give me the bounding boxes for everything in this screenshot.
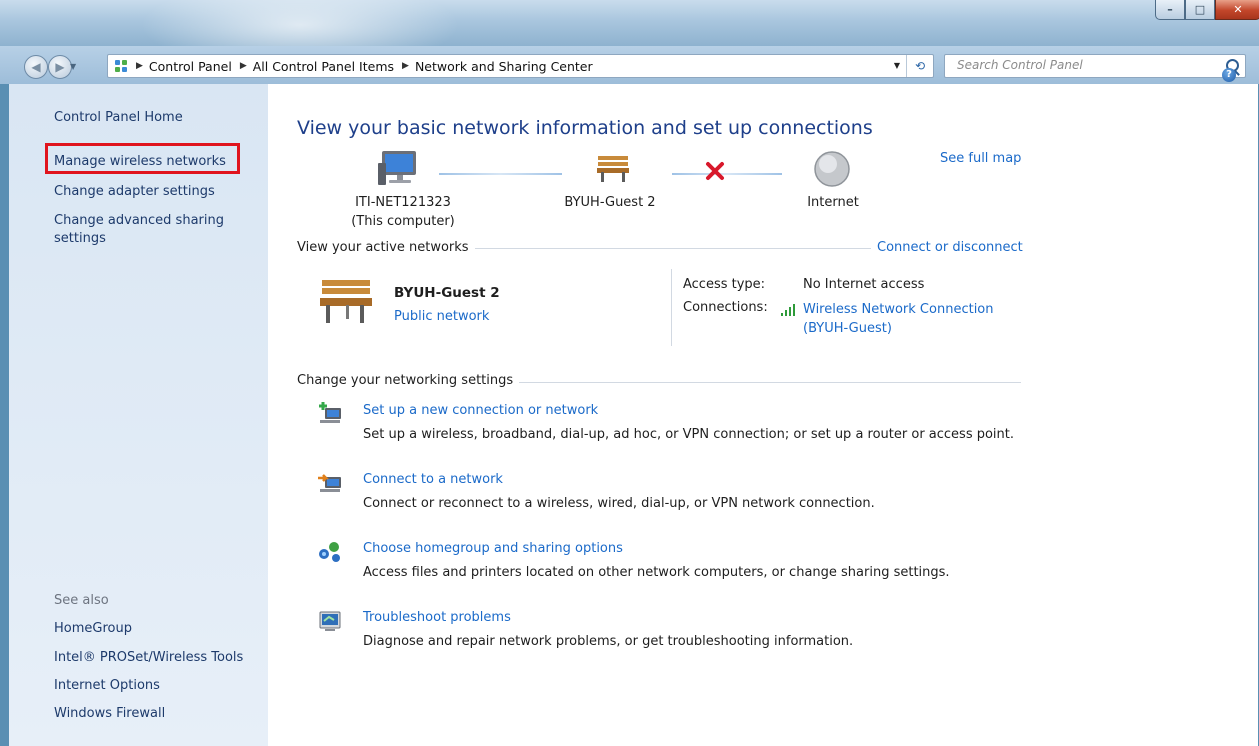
troubleshoot-problems-desc: Diagnose and repair network problems, or… <box>363 634 854 649</box>
breadcrumb-separator-icon[interactable]: ▶ <box>240 61 247 71</box>
connections-label: Connections: <box>683 300 768 315</box>
title-bar: – □ ✕ <box>0 0 1259 70</box>
computer-name-label: ITI-NET121323 <box>355 195 451 210</box>
minimize-button[interactable]: – <box>1155 0 1185 20</box>
homegroup-icon[interactable] <box>317 538 343 564</box>
setup-new-connection-link[interactable]: Set up a new connection or network <box>363 403 598 418</box>
connect-to-network-link[interactable]: Connect to a network <box>363 472 503 487</box>
connection-name-line2[interactable]: (BYUH-Guest) <box>803 319 994 338</box>
control-panel-home-link[interactable]: Control Panel Home <box>54 110 183 125</box>
intel-proset-wireless-tools-link[interactable]: Intel® PROSet/Wireless Tools <box>54 650 243 665</box>
internet-label: Internet <box>807 195 859 210</box>
see-full-map-link[interactable]: See full map <box>940 151 1021 166</box>
bench-network-icon[interactable] <box>595 152 631 188</box>
computer-icon[interactable] <box>378 149 422 191</box>
public-network-link[interactable]: Public network <box>394 309 489 324</box>
windows-firewall-link[interactable]: Windows Firewall <box>54 706 165 721</box>
window-controls: – □ ✕ <box>1155 0 1259 21</box>
homegroup-link[interactable]: HomeGroup <box>54 621 132 636</box>
address-dropdown-icon[interactable]: ▼ <box>894 61 900 70</box>
access-type-value: No Internet access <box>803 277 925 292</box>
control-panel-icon <box>114 59 128 73</box>
navigation-bar: ◀ ▶ ▼ ▶ Control Panel ▶ All Control Pane… <box>0 46 1259 84</box>
breadcrumb-separator-icon[interactable]: ▶ <box>136 61 143 71</box>
maximize-button[interactable]: □ <box>1185 0 1215 20</box>
breadcrumb-separator-icon[interactable]: ▶ <box>402 61 409 71</box>
change-networking-settings-label: Change your networking settings <box>297 373 520 388</box>
breadcrumb-network-sharing-center[interactable]: Network and Sharing Center <box>415 59 593 74</box>
task-pane: Control Panel Home Manage wireless netwo… <box>9 84 268 746</box>
internet-options-link[interactable]: Internet Options <box>54 678 160 693</box>
help-icon[interactable]: ? <box>1222 68 1236 82</box>
close-button[interactable]: ✕ <box>1215 0 1259 20</box>
public-network-bench-icon <box>316 274 374 330</box>
breadcrumb-all-items[interactable]: All Control Panel Items <box>253 59 394 74</box>
connect-to-network-desc: Connect or reconnect to a wireless, wire… <box>363 496 875 511</box>
address-bar[interactable]: ▶ Control Panel ▶ All Control Panel Item… <box>107 54 934 78</box>
recent-pages-dropdown-icon[interactable]: ▼ <box>70 62 76 71</box>
new-connection-icon[interactable] <box>317 400 343 426</box>
change-advanced-sharing-settings-link[interactable]: Change advanced sharing settings <box>54 212 244 248</box>
search-input[interactable]: Search Control Panel <box>944 54 1246 78</box>
access-type-label: Access type: <box>683 277 766 292</box>
search-placeholder: Search Control Panel <box>957 58 1083 72</box>
forward-button[interactable]: ▶ <box>48 55 72 79</box>
homegroup-sharing-options-link[interactable]: Choose homegroup and sharing options <box>363 541 623 556</box>
connect-network-icon[interactable] <box>317 469 343 495</box>
wireless-signal-icon <box>780 303 798 321</box>
active-networks-label: View your active networks <box>297 240 475 255</box>
change-adapter-settings-link[interactable]: Change adapter settings <box>54 184 215 199</box>
refresh-icon[interactable]: ⟲ <box>906 55 933 77</box>
connect-or-disconnect-link[interactable]: Connect or disconnect <box>871 240 1023 255</box>
map-link-line <box>439 173 562 175</box>
homegroup-sharing-options-desc: Access files and printers located on oth… <box>363 565 950 580</box>
internet-globe-icon[interactable] <box>813 150 851 192</box>
troubleshoot-icon[interactable] <box>317 608 343 634</box>
map-link-line <box>672 173 782 175</box>
connection-name-line1[interactable]: Wireless Network Connection <box>803 300 994 319</box>
wireless-network-connection-link[interactable]: Wireless Network Connection (BYUH-Guest) <box>803 300 994 338</box>
active-network-name: BYUH-Guest 2 <box>394 285 500 301</box>
see-also-label: See also <box>54 593 109 608</box>
main-content: ? View your basic network information an… <box>268 68 1258 746</box>
network-name-label: BYUH-Guest 2 <box>564 195 656 210</box>
page-title: View your basic network information and … <box>297 117 873 139</box>
troubleshoot-problems-link[interactable]: Troubleshoot problems <box>363 610 511 625</box>
this-computer-label: (This computer) <box>351 214 455 229</box>
setup-new-connection-desc: Set up a wireless, broadband, dial-up, a… <box>363 427 1015 442</box>
no-connection-x-icon <box>705 161 725 185</box>
back-button[interactable]: ◀ <box>24 55 48 79</box>
vertical-divider <box>671 269 672 346</box>
manage-wireless-networks-link[interactable]: Manage wireless networks <box>54 154 226 169</box>
breadcrumb-control-panel[interactable]: Control Panel <box>149 59 232 74</box>
